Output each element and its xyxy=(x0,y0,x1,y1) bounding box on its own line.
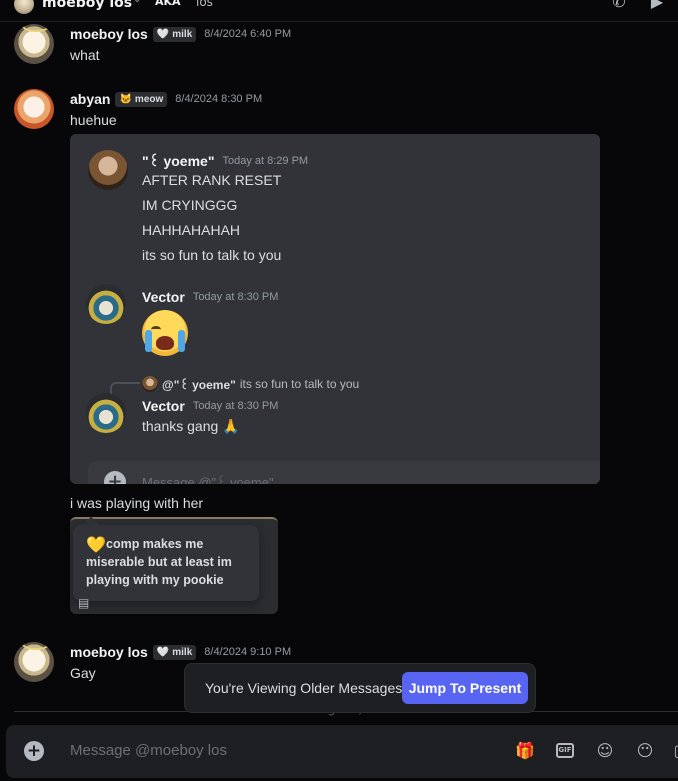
message-text: AFTER RANK RESET xyxy=(142,172,282,188)
message-header: abyan 🐱 meow 8/4/2024 8:30 PM xyxy=(70,91,262,107)
reply-avatar xyxy=(142,376,158,392)
avatar xyxy=(86,284,126,324)
badge-label: milk xyxy=(172,646,193,658)
header-username[interactable]: moeboy los xyxy=(42,0,132,11)
embedded-input-bar: + Message @"꒰ yoeme" xyxy=(88,461,600,484)
timestamp: 8/4/2024 8:30 PM xyxy=(175,93,263,105)
avatar xyxy=(88,150,128,190)
gif-icon[interactable]: GIF xyxy=(556,743,574,758)
heart-icon: 🤍 xyxy=(156,646,170,658)
emoji-icon[interactable]: 😶 xyxy=(634,740,656,762)
message-header: moeboy los 🤍 milk 8/4/2024 6:40 PM xyxy=(70,26,291,42)
badge-label: milk xyxy=(172,28,193,40)
reply-connector xyxy=(110,382,140,396)
jump-to-present-button[interactable]: Jump To Present xyxy=(402,672,528,704)
author-name: Vector xyxy=(142,398,185,414)
cat-icon: 🐱 xyxy=(119,93,132,105)
author-name[interactable]: moeboy los xyxy=(70,26,148,42)
status-tooltip: 💛comp makes me miserable but at least im… xyxy=(73,525,259,601)
header-tag: AKA xyxy=(155,0,181,8)
badge-label: meow xyxy=(134,93,164,105)
tooltip-text: comp makes me miserable but at least im … xyxy=(86,537,232,587)
header-nickname: los xyxy=(196,0,213,9)
author-name[interactable]: abyan xyxy=(70,91,110,107)
document-icon[interactable]: ▤ xyxy=(78,596,90,610)
dm-header: moeboy los ⌄ AKA los ✆ ▶ xyxy=(0,0,678,22)
server-tag-badge[interactable]: 🤍 milk xyxy=(152,26,197,42)
older-messages-text: You're Viewing Older Messages xyxy=(205,680,403,696)
server-tag-badge[interactable]: 🤍 milk xyxy=(152,644,197,660)
message-text: huehue xyxy=(70,112,117,128)
author-name[interactable]: moeboy los xyxy=(70,644,148,660)
header-avatar[interactable] xyxy=(14,0,34,14)
phone-call-icon[interactable]: ✆ xyxy=(608,0,630,11)
reply-preview: @"꒰ yoeme" its so fun to talk to you xyxy=(142,376,359,392)
avatar[interactable] xyxy=(14,89,54,129)
server-tag-badge[interactable]: 🐱 meow xyxy=(115,91,168,107)
message-input-bar[interactable]: + Message @moeboy los 🎁 GIF ☺ 😶 ▢ xyxy=(6,725,678,778)
older-messages-bar: You're Viewing Older Messages Jump To Pr… xyxy=(184,663,536,713)
chevron-down-icon[interactable]: ⌄ xyxy=(133,0,141,5)
timestamp: 8/4/2024 9:10 PM xyxy=(204,646,292,658)
message-text: thanks gang 🙏 xyxy=(142,418,240,434)
message-text: what xyxy=(70,47,100,63)
reply-text: its so fun to talk to you xyxy=(239,377,360,391)
video-call-icon[interactable]: ▶ xyxy=(646,0,668,11)
message-text: its so fun to talk to you xyxy=(142,247,282,263)
timestamp: Today at 8:30 PM xyxy=(192,291,279,303)
message-header: "꒰ yoeme" Today at 8:29 PM xyxy=(142,152,308,170)
message-header: Vector Today at 8:30 PM xyxy=(142,289,278,305)
avatar[interactable] xyxy=(14,24,54,64)
message-text: HAHHAHAHAH xyxy=(142,222,241,238)
reply-author: @"꒰ yoeme" xyxy=(162,378,236,392)
message-header: Vector Today at 8:30 PM xyxy=(142,398,278,414)
message-text: Gay xyxy=(70,665,96,681)
author-name: "꒰ yoeme" xyxy=(142,153,215,169)
heart-icon: 🤍 xyxy=(156,28,170,40)
embedded-placeholder: Message @"꒰ yoeme" xyxy=(142,475,274,484)
image-attachment[interactable]: "꒰ yoeme" Today at 8:29 PM AFTER RANK RE… xyxy=(70,134,600,484)
message-header: moeboy los 🤍 milk 8/4/2024 9:10 PM xyxy=(70,644,291,660)
loudly-crying-emoji-icon xyxy=(142,310,188,356)
avatar[interactable] xyxy=(14,642,54,682)
sticker-icon[interactable]: ☺ xyxy=(594,740,616,762)
message-text: IM CRYINGGG xyxy=(142,197,238,213)
plus-icon: + xyxy=(104,471,126,484)
message-text: i was playing with her xyxy=(70,495,204,511)
message-input[interactable]: Message @moeboy los xyxy=(70,742,227,759)
plus-icon[interactable]: + xyxy=(24,741,44,761)
timestamp: Today at 8:29 PM xyxy=(222,155,309,167)
gift-icon[interactable]: 🎁 xyxy=(514,740,536,762)
apps-icon[interactable]: ▢ xyxy=(670,740,678,762)
avatar xyxy=(86,393,126,433)
yellow-heart-icon: 💛 xyxy=(86,537,106,554)
timestamp: 8/4/2024 6:40 PM xyxy=(204,28,292,40)
timestamp: Today at 8:30 PM xyxy=(192,400,279,412)
author-name: Vector xyxy=(142,289,185,305)
